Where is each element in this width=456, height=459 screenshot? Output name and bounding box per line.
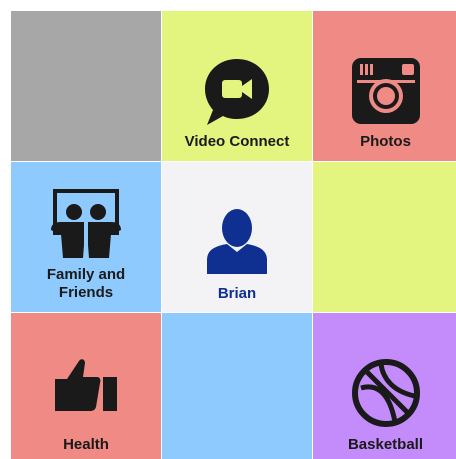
thumbs-up-icon [55, 359, 117, 411]
basketball-icon [351, 359, 420, 427]
home-tile-grid: Video Connect Photos Family and Friends [11, 11, 456, 459]
tile-label: Family and Friends [46, 266, 126, 301]
tile-basketball[interactable]: Basketball [313, 313, 456, 459]
tile-photos[interactable]: Photos [313, 11, 456, 161]
tile-empty-blue[interactable] [162, 313, 312, 459]
tile-empty-gray[interactable] [11, 11, 161, 161]
camera-icon [351, 58, 420, 124]
person-icon [207, 209, 267, 274]
tile-label: Basketball [347, 436, 424, 453]
video-chat-icon [205, 59, 269, 125]
tile-label: Health [63, 436, 109, 453]
tile-empty-yellow[interactable] [313, 162, 456, 312]
tile-label: Brian [217, 285, 257, 302]
tile-health[interactable]: Health [11, 313, 161, 459]
tile-video-connect[interactable]: Video Connect [162, 11, 312, 161]
tile-label: Video Connect [184, 133, 290, 150]
tile-brian[interactable]: Brian [162, 162, 312, 312]
tile-label: Photos [360, 133, 411, 150]
tile-family-and-friends[interactable]: Family and Friends [11, 162, 161, 312]
family-presentation-icon [51, 189, 121, 258]
